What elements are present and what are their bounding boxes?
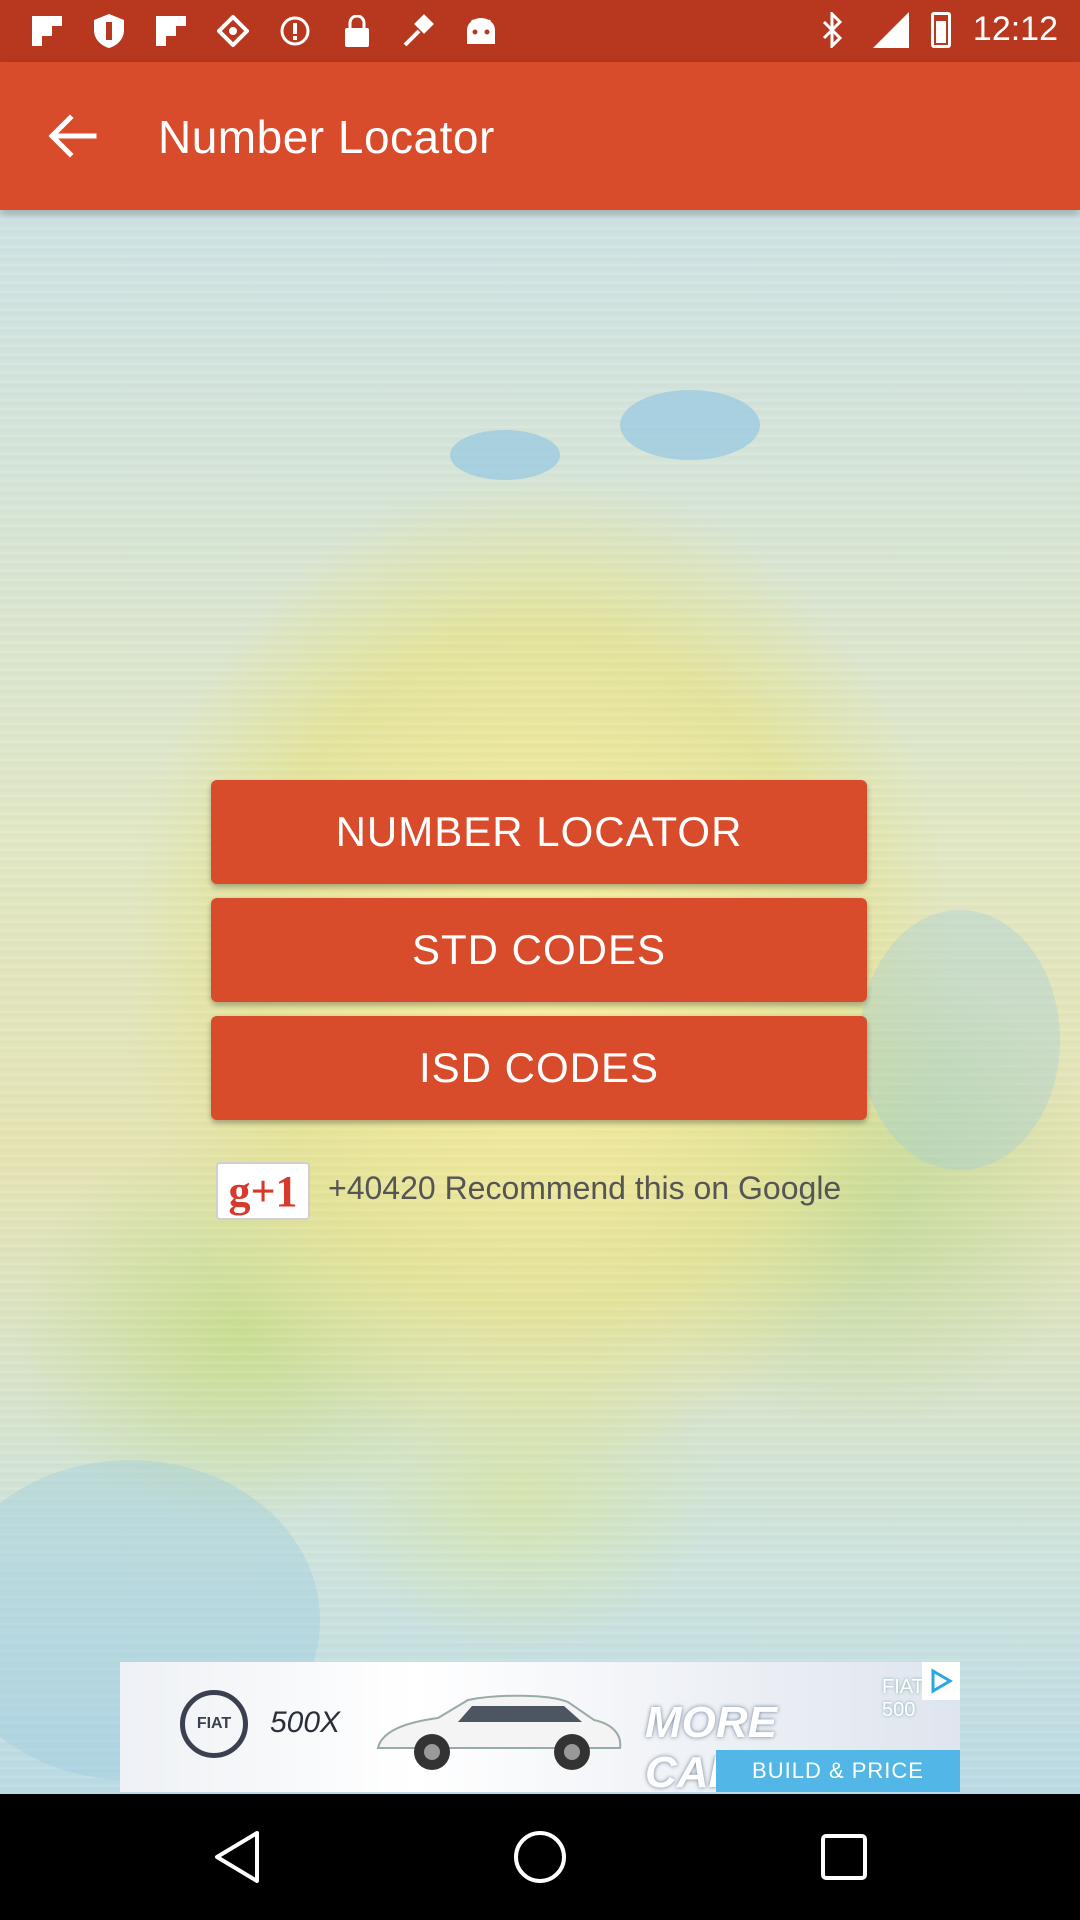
number-locator-button[interactable]: NUMBER LOCATOR	[211, 780, 867, 884]
lock-icon	[338, 12, 376, 50]
recents-square-icon[interactable]	[809, 1822, 879, 1892]
shield-icon	[90, 12, 128, 50]
recommend-text: +40420 Recommend this on Google	[328, 1170, 842, 1206]
car-image	[376, 1694, 622, 1770]
map-lake	[450, 430, 560, 480]
std-codes-button[interactable]: STD CODES	[211, 898, 867, 1002]
diamond-icon	[214, 12, 252, 50]
home-circle-icon[interactable]	[505, 1822, 575, 1892]
alert-icon	[276, 12, 314, 50]
isd-codes-button[interactable]: ISD CODES	[211, 1016, 867, 1120]
flipboard-icon	[152, 12, 190, 50]
fiat-logo: FIAT	[180, 1690, 248, 1758]
status-bar: 12:12	[0, 0, 1080, 62]
bluetooth-icon	[813, 11, 851, 49]
ad-choices-icon[interactable]	[922, 1662, 960, 1700]
map-lake	[860, 910, 1060, 1170]
page-title: Number Locator	[158, 111, 495, 163]
fake-gps-icon	[400, 12, 438, 50]
status-time: 12:12	[972, 10, 1058, 48]
battery-icon	[930, 11, 951, 48]
ad-banner[interactable]: FIAT 500X FIAT® 500 MORE CAPABLE BUILD &…	[120, 1662, 960, 1792]
back-triangle-icon[interactable]	[202, 1822, 272, 1892]
build-and-price-button[interactable]: BUILD & PRICE	[716, 1750, 960, 1792]
android-icon	[462, 12, 500, 50]
signal-icon	[872, 11, 909, 48]
map-lake	[620, 390, 760, 460]
navigation-bar	[0, 1794, 1080, 1920]
arrow-back-icon	[48, 114, 97, 158]
map-background	[0, 210, 1080, 1794]
app-bar: Number Locator	[0, 62, 1080, 210]
google-plus-one-button[interactable]: g+1	[216, 1162, 310, 1220]
back-button[interactable]	[44, 110, 100, 162]
flipboard-icon	[28, 12, 66, 50]
ad-model-name: 500X	[270, 1706, 341, 1739]
